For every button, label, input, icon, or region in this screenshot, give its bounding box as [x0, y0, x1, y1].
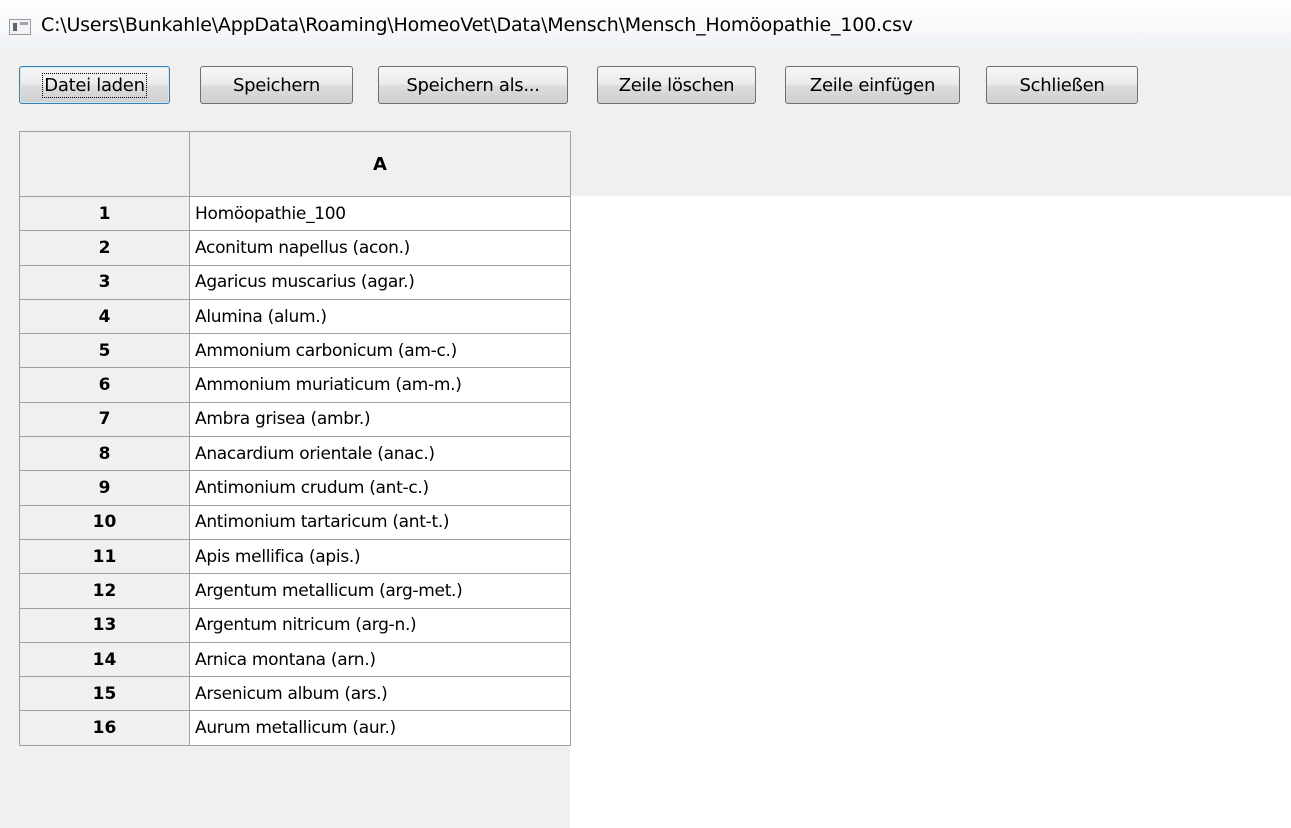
table-cell[interactable]: Argentum nitricum (arg-n.): [189, 607, 571, 643]
table-cell[interactable]: Argentum metallicum (arg-met.): [189, 573, 571, 609]
table-cell[interactable]: Homöopathie_100: [189, 195, 571, 232]
table-row[interactable]: 2 Aconitum napellus (acon.): [19, 230, 571, 266]
delete-row-label: Zeile löschen: [618, 74, 735, 96]
table-cell[interactable]: Aurum metallicum (aur.): [189, 710, 571, 746]
table-row[interactable]: 6 Ammonium muriaticum (am-m.): [19, 367, 571, 403]
row-header[interactable]: 5: [19, 333, 190, 369]
row-header[interactable]: 9: [19, 470, 190, 506]
toolbar: Datei laden Speichern Speichern als... Z…: [0, 50, 1291, 126]
save-button[interactable]: Speichern: [200, 66, 353, 104]
table-row[interactable]: 5 Ammonium carbonicum (am-c.): [19, 333, 571, 369]
row-header[interactable]: 6: [19, 367, 190, 403]
table-row[interactable]: 14 Arnica montana (arn.): [19, 641, 571, 678]
table-row[interactable]: 11 Apis mellifica (apis.): [19, 538, 571, 575]
row-header[interactable]: 8: [19, 436, 190, 472]
delete-row-button[interactable]: Zeile löschen: [597, 66, 756, 104]
row-header[interactable]: 3: [19, 264, 190, 300]
table-empty-area: [570, 196, 1291, 828]
save-as-button[interactable]: Speichern als...: [378, 66, 568, 104]
table-cell[interactable]: Ambra grisea (ambr.): [189, 401, 571, 438]
table-cell[interactable]: Alumina (alum.): [189, 298, 571, 335]
table-row[interactable]: 9 Antimonium crudum (ant-c.): [19, 470, 571, 506]
row-header[interactable]: 10: [19, 504, 190, 540]
table-cell[interactable]: Antimonium tartaricum (ant-t.): [189, 504, 571, 540]
table-cell[interactable]: Ammonium muriaticum (am-m.): [189, 367, 571, 403]
table-cell[interactable]: Ammonium carbonicum (am-c.): [189, 333, 571, 369]
insert-row-button[interactable]: Zeile einfügen: [785, 66, 960, 104]
row-header[interactable]: 12: [19, 573, 190, 609]
row-header[interactable]: 4: [19, 298, 190, 335]
table-corner-button[interactable]: [19, 131, 190, 197]
table-row[interactable]: 16 Aurum metallicum (aur.): [19, 710, 571, 746]
table-row[interactable]: 12 Argentum metallicum (arg-met.): [19, 573, 571, 609]
close-button[interactable]: Schließen: [986, 66, 1138, 104]
table-row[interactable]: 13 Argentum nitricum (arg-n.): [19, 607, 571, 643]
table-cell[interactable]: Aconitum napellus (acon.): [189, 230, 571, 266]
table-row[interactable]: 15 Arsenicum album (ars.): [19, 676, 571, 712]
table-row[interactable]: 1 Homöopathie_100: [19, 195, 571, 232]
table-cell[interactable]: Arnica montana (arn.): [189, 641, 571, 678]
table-cell[interactable]: Antimonium crudum (ant-c.): [189, 470, 571, 506]
table-row[interactable]: 4 Alumina (alum.): [19, 298, 571, 335]
load-file-button[interactable]: Datei laden: [19, 66, 170, 104]
table-row[interactable]: 8 Anacardium orientale (anac.): [19, 436, 571, 472]
column-header-a[interactable]: A: [189, 131, 571, 197]
row-header[interactable]: 1: [19, 195, 190, 232]
insert-row-label: Zeile einfügen: [809, 74, 936, 96]
row-header[interactable]: 7: [19, 401, 190, 438]
table-cell[interactable]: Apis mellifica (apis.): [189, 538, 571, 575]
table-row[interactable]: 7 Ambra grisea (ambr.): [19, 401, 571, 438]
title-bar: C:\Users\Bunkahle\AppData\Roaming\HomeoV…: [0, 0, 1291, 50]
row-header[interactable]: 15: [19, 676, 190, 712]
save-label: Speichern: [232, 74, 321, 96]
row-header[interactable]: 16: [19, 710, 190, 746]
table-row[interactable]: 3 Agaricus muscarius (agar.): [19, 264, 571, 300]
table-cell[interactable]: Arsenicum album (ars.): [189, 676, 571, 712]
csv-table[interactable]: A 1 Homöopathie_100 2 Aconitum napellus (ac…: [19, 131, 571, 746]
table-cell[interactable]: Agaricus muscarius (agar.): [189, 264, 571, 300]
app-icon[interactable]: [9, 19, 31, 35]
table-cell[interactable]: Anacardium orientale (anac.): [189, 436, 571, 472]
row-header[interactable]: 2: [19, 230, 190, 266]
close-label: Schließen: [1019, 74, 1105, 96]
load-file-label: Datei laden: [42, 72, 147, 98]
row-header[interactable]: 11: [19, 538, 190, 575]
save-as-label: Speichern als...: [406, 74, 540, 96]
window-title: C:\Users\Bunkahle\AppData\Roaming\HomeoV…: [41, 14, 913, 36]
table-row[interactable]: 10 Antimonium tartaricum (ant-t.): [19, 504, 571, 540]
row-header[interactable]: 13: [19, 607, 190, 643]
table-view[interactable]: A 1 Homöopathie_100 2 Aconitum napellus (ac…: [0, 126, 1291, 828]
table-body: 1 Homöopathie_100 2 Aconitum napellus (acon…: [19, 195, 571, 746]
row-header[interactable]: 14: [19, 641, 190, 678]
